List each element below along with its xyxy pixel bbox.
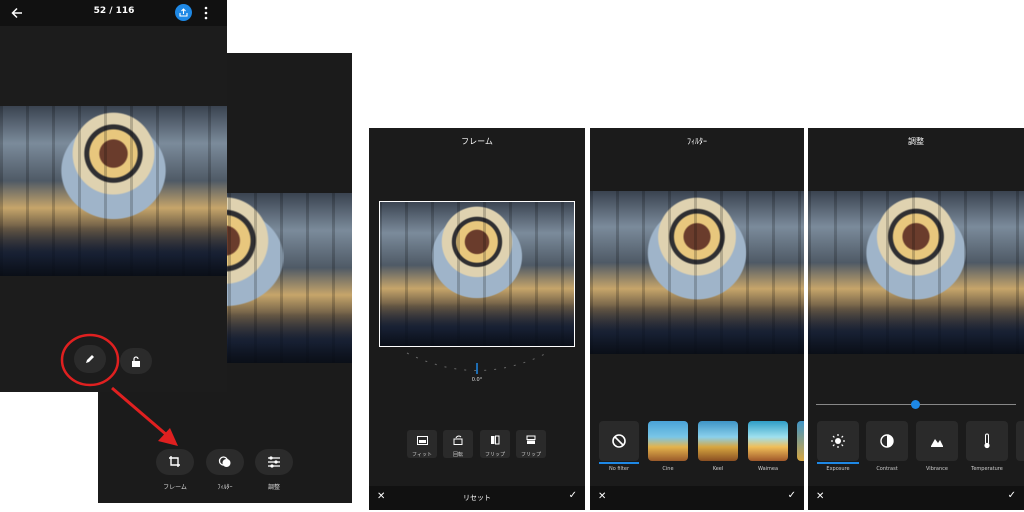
highlight-circle <box>60 333 120 387</box>
annotation-arrow <box>111 386 169 438</box>
adjust-slider-thumb[interactable] <box>911 400 920 409</box>
filter-title: ﾌｨﾙﾀｰ <box>687 137 707 146</box>
flip-horizontal-icon <box>491 435 500 445</box>
filter-no-filter[interactable] <box>599 421 639 461</box>
flip-vertical-icon <box>526 435 536 444</box>
frame-title: フレーム <box>461 137 493 146</box>
adjust-partial[interactable] <box>1016 421 1024 461</box>
reset-button[interactable]: リセット <box>447 493 507 503</box>
fit-button[interactable]: フィット <box>407 430 437 458</box>
filter-partial[interactable] <box>797 421 804 461</box>
menu-adjust-label: 調整 <box>267 484 280 491</box>
adjust-label-vibrance: Vibrance <box>926 466 948 472</box>
frame-screen: フレーム 0.0° フィット 回転 フリップ フリップ ✕ リセット ✓ <box>369 128 585 510</box>
contrast-icon <box>880 434 894 448</box>
menu-frame-label: フレーム <box>163 484 187 491</box>
crop-frame[interactable] <box>379 201 575 347</box>
photo <box>808 191 1024 354</box>
share-icon <box>179 8 188 17</box>
thermometer-icon <box>984 433 990 449</box>
rotate-icon <box>453 435 463 445</box>
close-icon[interactable]: ✕ <box>377 491 385 502</box>
close-icon[interactable]: ✕ <box>598 491 606 502</box>
adjust-label-exposure: Exposure <box>826 466 850 472</box>
photo <box>0 106 227 276</box>
filter-label-cine: Cine <box>662 466 674 472</box>
back-arrow-icon[interactable] <box>11 7 23 19</box>
more-vertical-icon[interactable] <box>203 6 209 20</box>
share-button[interactable] <box>175 4 192 21</box>
menu-filter-label: ﾌｨﾙﾀｰ <box>217 484 233 491</box>
sliders-icon <box>268 456 280 468</box>
flip-horizontal-label: フリップ <box>484 452 505 458</box>
adjust-temperature[interactable] <box>966 421 1008 461</box>
check-icon[interactable]: ✓ <box>1008 490 1016 501</box>
angle-readout: 0.0° <box>471 377 483 383</box>
fit-label: フィット <box>412 452 432 458</box>
adjust-contrast[interactable] <box>866 421 908 461</box>
adjust-title: 調整 <box>908 137 924 146</box>
frame-bottom-bar: ✕ リセット ✓ <box>369 486 585 510</box>
adjust-bottom-bar: ✕ ✓ <box>808 486 1024 510</box>
filter-waimea[interactable] <box>748 421 788 461</box>
check-icon[interactable]: ✓ <box>788 490 796 501</box>
flip-horizontal-button[interactable]: フリップ <box>480 430 510 458</box>
no-filter-icon <box>612 434 626 448</box>
filter-cine[interactable] <box>648 421 688 461</box>
selected-indicator <box>817 462 859 464</box>
annotation-overlay <box>60 333 178 446</box>
adjust-label-contrast: Contrast <box>876 466 898 472</box>
adjust-label-temperature: Temperature <box>971 466 1003 472</box>
filter-label-no-filter: No filter <box>608 466 630 472</box>
filter-screen: ﾌｨﾙﾀｰ No filter Cine Keel Waimea ✕ ✓ <box>590 128 804 510</box>
menu-adjust-button[interactable] <box>255 449 293 475</box>
flip-vertical-label: フリップ <box>520 452 541 458</box>
filter-keel[interactable] <box>698 421 738 461</box>
fit-icon <box>416 435 428 445</box>
adjust-screen: 調整 Exposure Contrast Vibrance Temperatur… <box>808 128 1024 510</box>
selected-indicator <box>599 462 639 464</box>
photo <box>590 191 804 354</box>
vibrance-icon <box>931 439 943 447</box>
adjust-vibrance[interactable] <box>916 421 958 461</box>
adjust-exposure[interactable] <box>817 421 859 461</box>
check-icon[interactable]: ✓ <box>569 490 577 501</box>
filter-bottom-bar: ✕ ✓ <box>590 486 804 510</box>
filter-label-keel: Keel <box>712 466 724 472</box>
rotation-dial[interactable] <box>402 348 552 378</box>
flip-vertical-button[interactable]: フリップ <box>516 430 546 458</box>
photo-counter: 52 / 116 <box>93 6 135 16</box>
sun-icon <box>831 434 845 448</box>
filter-label-waimea: Waimea <box>757 466 779 472</box>
close-icon[interactable]: ✕ <box>816 491 824 502</box>
rotate-label: 回転 <box>452 452 463 458</box>
rotate-button[interactable]: 回転 <box>443 430 473 458</box>
